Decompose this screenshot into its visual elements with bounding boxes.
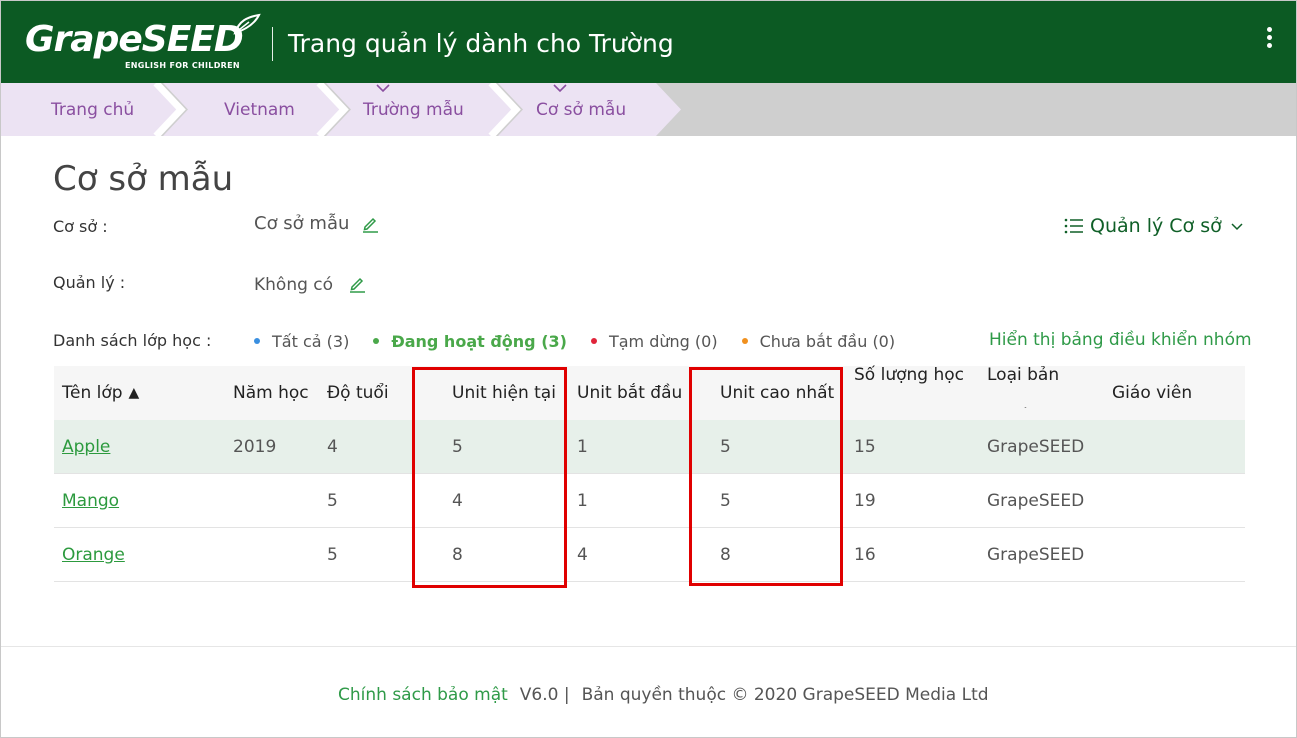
class-status-filters: Tất cả (3) Đang hoạt động (3) Tạm dừng (…	[254, 330, 919, 352]
more-menu-icon[interactable]	[1259, 25, 1279, 59]
app-header: GrapeSEED ENGLISH FOR CHILDREN Trang quả…	[1, 1, 1296, 83]
logo-wordmark: GrapeSEED	[25, 19, 244, 60]
manager-label: Quản lý :	[53, 273, 126, 292]
app-title: Trang quản lý dành cho Trường	[288, 29, 674, 58]
table-header: Tên lớp ▲ Năm học Độ tuổi Unit hiện tại …	[54, 365, 1245, 420]
table-row[interactable]: Mango 5 4 1 5 19 GrapeSEED	[54, 474, 1245, 528]
cell-license: GrapeSEED	[987, 437, 1085, 457]
footer: Chính sách bảo mật V6.0 | Bản quyền thuộ…	[338, 685, 989, 705]
chevron-down-icon	[553, 84, 567, 93]
cell-age: 4	[327, 437, 338, 457]
cell-license: GrapeSEED	[987, 545, 1085, 565]
filter-active[interactable]: Đang hoạt động (3)	[373, 332, 567, 351]
chevron-down-icon	[376, 84, 390, 93]
filter-not-started[interactable]: Chưa bắt đầu (0)	[741, 332, 895, 351]
privacy-policy-link[interactable]: Chính sách bảo mật	[338, 685, 508, 705]
cell-students: 19	[854, 491, 876, 511]
breadcrumb-country[interactable]: Vietnam	[224, 83, 295, 136]
col-age[interactable]: Độ tuổi	[327, 366, 389, 420]
leaf-icon	[233, 13, 261, 35]
breadcrumb-school[interactable]: Trường mẫu	[363, 83, 464, 136]
breadcrumb-home[interactable]: Trang chủ	[51, 83, 134, 136]
campus-value: Cơ sở mẫu	[254, 213, 350, 234]
cell-license: GrapeSEED	[987, 491, 1085, 511]
class-name-link[interactable]: Orange	[62, 528, 125, 582]
col-license[interactable]: Loại bản quyền	[987, 354, 1087, 408]
col-students[interactable]: Số lượng học sinh	[854, 354, 984, 408]
cell-start-unit: 4	[577, 545, 588, 565]
table-row[interactable]: Orange 5 8 4 8 16 GrapeSEED	[54, 528, 1245, 582]
manage-campus-menu[interactable]: Quản lý Cơ sở	[1064, 215, 1250, 237]
col-teacher[interactable]: Giáo viên	[1112, 366, 1192, 420]
sort-asc-icon: ▲	[128, 385, 140, 401]
cell-students: 15	[854, 437, 876, 457]
edit-manager-icon[interactable]	[348, 275, 366, 293]
cell-age: 5	[327, 491, 338, 511]
status-dot	[590, 338, 597, 344]
campus-label: Cơ sở :	[53, 217, 108, 236]
list-icon	[1064, 218, 1083, 234]
class-list-label: Danh sách lớp học :	[53, 331, 212, 350]
breadcrumb: Trang chủ Vietnam Trường mẫu Cơ sở mẫu	[1, 83, 1296, 136]
manager-value: Không có	[254, 275, 334, 295]
class-name-link[interactable]: Apple	[62, 420, 110, 474]
filter-all[interactable]: Tất cả (3)	[254, 332, 349, 351]
cell-students: 16	[854, 545, 876, 565]
table-row[interactable]: Apple 2019 4 5 1 5 15 GrapeSEED	[54, 420, 1245, 474]
app-version: V6.0 |	[519, 685, 570, 705]
cell-year: 2019	[233, 437, 277, 457]
page-title: Cơ sở mẫu	[53, 159, 234, 199]
header-divider	[272, 27, 273, 61]
copyright-text: Bản quyền thuộc © 2020 GrapeSEED Media L…	[581, 685, 989, 705]
col-year[interactable]: Năm học	[233, 366, 309, 420]
chevron-down-icon	[1231, 222, 1243, 230]
footer-divider	[1, 646, 1296, 647]
highlight-max-unit-column	[689, 367, 843, 586]
logo-subtitle: ENGLISH FOR CHILDREN	[125, 61, 240, 70]
cell-start-unit: 1	[577, 491, 588, 511]
class-name-link[interactable]: Mango	[62, 474, 119, 528]
status-dot	[254, 338, 260, 344]
highlight-current-unit-column	[412, 367, 567, 588]
status-dot	[373, 338, 380, 344]
breadcrumb-campus[interactable]: Cơ sở mẫu	[536, 83, 626, 136]
edit-campus-icon[interactable]	[361, 215, 379, 233]
status-dot	[741, 338, 748, 344]
filter-paused[interactable]: Tạm dừng (0)	[590, 332, 718, 351]
col-class-name[interactable]: Tên lớp ▲	[62, 366, 139, 420]
cell-age: 5	[327, 545, 338, 565]
group-dashboard-link[interactable]: Hiển thị bảng điều khiển nhóm	[989, 330, 1252, 350]
col-start-unit[interactable]: Unit bắt đầu	[577, 366, 682, 420]
cell-start-unit: 1	[577, 437, 588, 457]
class-table: Tên lớp ▲ Năm học Độ tuổi Unit hiện tại …	[54, 365, 1245, 582]
grapeseed-logo[interactable]: GrapeSEED ENGLISH FOR CHILDREN	[25, 13, 265, 75]
